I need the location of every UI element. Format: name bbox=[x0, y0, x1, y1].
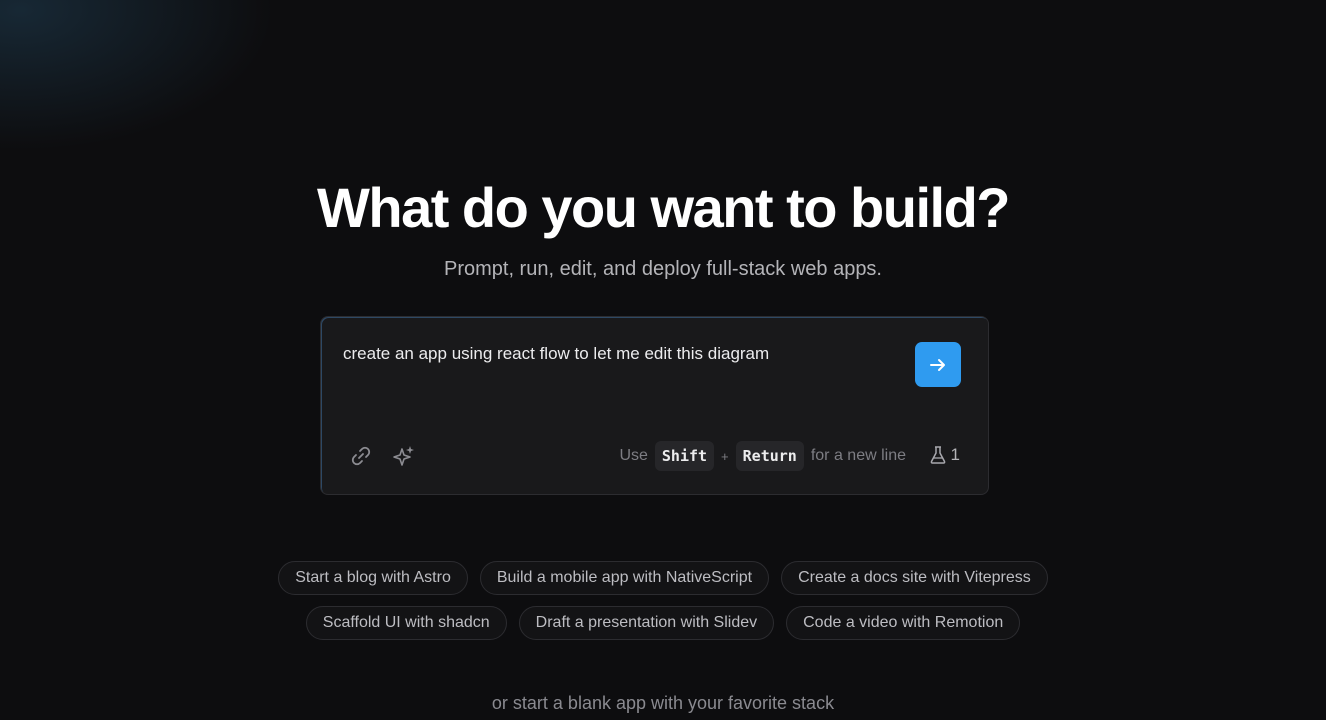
blank-app-link[interactable]: or start a blank app with your favorite … bbox=[0, 691, 1326, 715]
arrow-right-icon bbox=[930, 358, 945, 371]
link-icon bbox=[351, 446, 371, 466]
counter-value: 1 bbox=[950, 445, 960, 464]
hint-tail-text: for a new line bbox=[810, 447, 906, 464]
suggestion-row: Scaffold UI with shadcn Draft a presenta… bbox=[305, 606, 1021, 640]
newline-hint: Use Shift + Return for a new line bbox=[619, 441, 906, 471]
suggestion-chip[interactable]: Build a mobile app with NativeScript bbox=[479, 561, 770, 595]
sparkle-icon bbox=[393, 446, 414, 466]
prompt-box: Use Shift + Return for a new line 1 bbox=[320, 316, 989, 495]
flask-icon bbox=[930, 446, 945, 464]
suggestion-chip[interactable]: Create a docs site with Vitepress bbox=[781, 561, 1048, 595]
token-counter[interactable]: 1 bbox=[930, 445, 960, 465]
suggestion-chip[interactable]: Draft a presentation with Slidev bbox=[518, 606, 775, 640]
return-key: Return bbox=[735, 441, 804, 471]
suggestion-row: Start a blog with Astro Build a mobile a… bbox=[278, 561, 1048, 595]
page: What do you want to build? Prompt, run, … bbox=[0, 0, 1326, 720]
page-title: What do you want to build? bbox=[317, 176, 1010, 239]
suggestion-chip[interactable]: Start a blog with Astro bbox=[278, 561, 468, 595]
attach-link-button[interactable] bbox=[348, 443, 374, 469]
suggestion-chip[interactable]: Scaffold UI with shadcn bbox=[305, 606, 507, 640]
shift-key: Shift bbox=[654, 441, 715, 471]
send-button[interactable] bbox=[915, 342, 961, 387]
suggestion-chip[interactable]: Code a video with Remotion bbox=[786, 606, 1021, 640]
suggestion-chips: Start a blog with Astro Build a mobile a… bbox=[0, 561, 1326, 640]
prompt-input[interactable] bbox=[343, 343, 903, 365]
hint-use-text: Use bbox=[619, 447, 648, 464]
enhance-prompt-button[interactable] bbox=[391, 443, 417, 469]
hint-plus: + bbox=[721, 448, 729, 464]
page-subtitle: Prompt, run, edit, and deploy full-stack… bbox=[443, 258, 882, 280]
